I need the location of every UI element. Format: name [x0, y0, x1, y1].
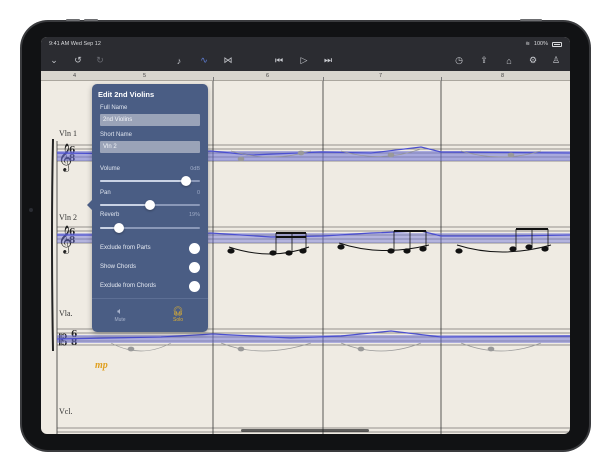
instrument-label[interactable]: Vln 1 — [59, 129, 77, 138]
solo-button[interactable]: 🎧︎ Solo — [158, 306, 198, 323]
instrument-label[interactable]: Vcl. — [59, 407, 73, 416]
dynamic-marking: mp — [95, 360, 108, 371]
chevron-down-icon[interactable]: ⌄ — [47, 54, 61, 67]
exclude-from-parts-toggle[interactable]: Exclude from Parts — [100, 243, 200, 255]
battery-icon — [552, 41, 562, 47]
mute-button[interactable]: 🔈︎ Mute — [100, 306, 140, 323]
edit-instrument-popover: Edit 2nd Violins Full Name 2nd Violins S… — [87, 84, 208, 332]
toggle-label: Show Chords — [100, 264, 137, 270]
undo-icon[interactable]: ↺ — [71, 54, 85, 67]
mute-label: Mute — [114, 317, 126, 323]
wave-icon[interactable]: ∿ — [197, 54, 211, 67]
measure-number: 5 — [143, 73, 147, 79]
camera — [29, 208, 33, 212]
power-button — [520, 19, 542, 21]
toggle-switch[interactable] — [189, 243, 200, 254]
volume-slider-knob[interactable] — [181, 176, 191, 186]
battery-percent: 100% — [533, 41, 548, 47]
exclude-from-chords-toggle[interactable]: Exclude from Chords — [100, 281, 200, 293]
full-name-label: Full Name — [100, 105, 128, 111]
status-bar: 9:41 AM Wed Sep 12 ≋ 100% — [41, 37, 570, 50]
measure-ruler[interactable]: 4 5 6 7 8 — [41, 71, 570, 81]
instrument-label[interactable]: Vln 2 — [59, 213, 77, 222]
reverb-label: Reverb — [100, 212, 120, 218]
measure-number: 8 — [501, 73, 505, 79]
toggle-label: Exclude from Parts — [100, 245, 151, 251]
toolbar: ⌄ ↺ ↻ ♪ ∿ ⋈ ⏮ ▷ ⏭ ◷ ⇪ ⌂ ⚙ ♙ — [41, 50, 570, 71]
popover-title: Edit 2nd Violins — [98, 90, 155, 99]
forward-icon[interactable]: ⏭ — [321, 54, 335, 67]
share-icon[interactable]: ⇪ — [477, 54, 491, 67]
pan-value: 0 — [196, 190, 200, 196]
settings-icon[interactable]: ⚙ — [526, 54, 540, 67]
toggle-switch[interactable] — [189, 281, 200, 292]
toggle-switch[interactable] — [189, 262, 200, 273]
short-name-label: Short Name — [100, 132, 133, 138]
volume-button — [84, 19, 98, 21]
measure-number: 7 — [379, 73, 383, 79]
reverb-slider[interactable] — [100, 223, 200, 233]
pan-label: Pan — [100, 190, 111, 196]
measure-number: 6 — [266, 73, 270, 79]
status-time: 9:41 AM Wed Sep 12 — [49, 41, 101, 47]
rewind-icon[interactable]: ⏮ — [272, 54, 286, 67]
wifi-icon: ≋ — [525, 41, 530, 47]
toggle-label: Exclude from Chords — [100, 283, 157, 289]
speaker-icon: 🔈︎ — [117, 306, 123, 316]
full-name-field[interactable]: 2nd Violins — [100, 114, 200, 126]
volume-button — [66, 19, 80, 21]
pan-slider[interactable] — [100, 200, 200, 210]
metronome-icon[interactable]: ⋈ — [221, 54, 235, 67]
pan-slider-knob[interactable] — [145, 200, 155, 210]
screen: 9:41 AM Wed Sep 12 ≋ 100% ⌄ ↺ ↻ ♪ ∿ ⋈ ⏮ … — [41, 37, 570, 434]
clock-icon[interactable]: ◷ — [452, 54, 466, 67]
solo-label: Solo — [172, 317, 183, 323]
redo-icon[interactable]: ↻ — [93, 54, 107, 67]
divider — [92, 298, 208, 299]
instrument-label[interactable]: Vla. — [59, 309, 73, 318]
short-name-field[interactable]: Vln 2 — [100, 141, 200, 153]
status-right: ≋ 100% — [525, 41, 562, 47]
show-chords-toggle[interactable]: Show Chords — [100, 262, 200, 274]
measure-number: 4 — [73, 73, 77, 79]
home-icon[interactable]: ⌂ — [502, 54, 516, 67]
volume-value: 0dB — [190, 166, 200, 172]
reverb-slider-knob[interactable] — [114, 223, 124, 233]
person-icon[interactable]: ♙ — [549, 54, 563, 67]
reverb-value: 19% — [188, 212, 200, 218]
volume-label: Volume — [100, 166, 121, 172]
volume-slider[interactable] — [100, 176, 200, 186]
play-icon[interactable]: ▷ — [297, 54, 311, 67]
headphones-icon: 🎧︎ — [172, 306, 184, 316]
tuner-icon[interactable]: ♪ — [172, 54, 186, 67]
